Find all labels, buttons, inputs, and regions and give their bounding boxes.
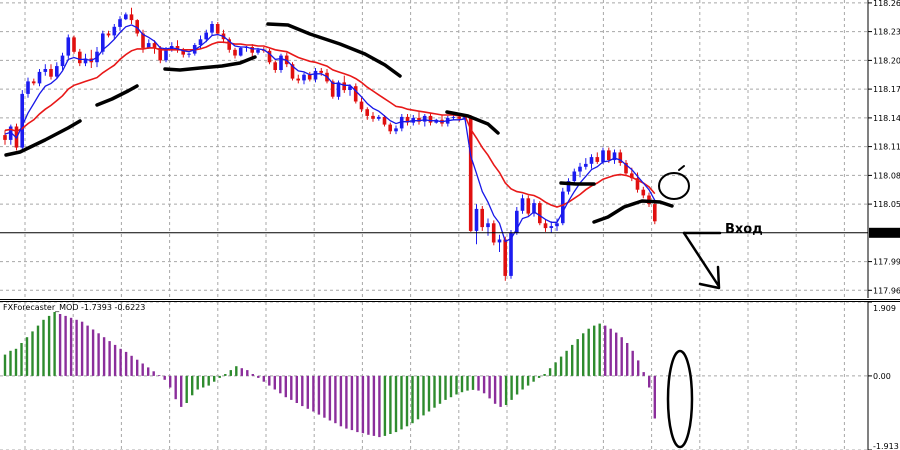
candle-body — [210, 24, 214, 33]
trend-stroke-6 — [559, 181, 596, 186]
candle-body — [653, 204, 657, 222]
indicator-title: FXForecaster_MOD -1.7393 -0.6223 — [3, 303, 145, 312]
candle-body — [273, 62, 277, 70]
candle-body — [555, 223, 559, 227]
candle-body — [549, 226, 554, 228]
candle-body — [468, 116, 473, 231]
price-axis-label: 118.085 — [873, 171, 900, 180]
candle-body — [359, 101, 364, 110]
candle-body — [204, 32, 208, 40]
candle-body — [474, 208, 479, 231]
candle-body — [451, 116, 456, 118]
price-axis-label: 118.115 — [873, 143, 900, 152]
candle-body — [353, 86, 358, 102]
candle-body — [578, 166, 582, 172]
candle-body — [336, 82, 341, 97]
candle-body — [164, 49, 168, 61]
candle-body — [55, 66, 59, 77]
candle-body — [233, 49, 237, 56]
price-axis-label: 118.265 — [873, 0, 900, 8]
candle-body — [641, 189, 646, 196]
candle-body — [129, 14, 134, 21]
candle-body — [595, 157, 600, 162]
candle-body — [371, 115, 375, 119]
candle-body — [112, 26, 117, 36]
candle-body — [302, 74, 306, 81]
candle-body — [215, 24, 220, 34]
indicator-axis-label: 0.00 — [873, 372, 891, 381]
candle-body — [307, 74, 312, 80]
candle-body — [256, 49, 260, 53]
candle-body — [486, 223, 490, 228]
price-axis-label: 117.965 — [873, 286, 900, 295]
candle-body — [561, 191, 565, 224]
candle-body — [78, 51, 82, 64]
candle-body — [589, 157, 594, 164]
candle-body — [457, 116, 461, 119]
price-axis-label: 118.145 — [873, 114, 900, 123]
candle-body — [394, 128, 398, 132]
candle-body — [503, 239, 507, 276]
candle-body — [37, 71, 42, 84]
candle-body — [584, 163, 588, 167]
candle-body — [187, 53, 191, 55]
indicator-axis-label: -1.913 — [873, 442, 899, 450]
candle-body — [3, 135, 7, 140]
price-axis-label: 118.235 — [873, 28, 900, 37]
candle-body — [72, 37, 76, 52]
candle-body — [106, 33, 111, 36]
candle-body — [60, 55, 65, 67]
candle-body — [296, 78, 300, 81]
candle-body — [66, 37, 71, 56]
candle-body — [543, 223, 548, 229]
price-axis-label: 118.205 — [873, 56, 900, 65]
candle-body — [118, 19, 122, 27]
candle-body — [376, 116, 381, 119]
candle-body — [526, 198, 531, 214]
candle-body — [20, 93, 24, 148]
price-axis-label: 118.055 — [873, 200, 900, 209]
candle-body — [388, 124, 392, 132]
candle-body — [26, 81, 30, 94]
candle-body — [382, 116, 387, 125]
candle-body — [428, 115, 433, 123]
candle-body — [43, 69, 48, 72]
current-price-value: 118.025 — [871, 229, 900, 238]
price-axis-label: 117.995 — [873, 258, 900, 267]
candle-body — [497, 239, 502, 243]
price-axis-label: 118.175 — [873, 85, 900, 94]
candle-body — [342, 82, 346, 91]
indicator-axis-label: 1.909 — [873, 304, 896, 313]
entry-label: Вход — [725, 222, 763, 237]
candle-body — [520, 198, 525, 211]
trading-chart: Вход 118.025 118.265 118.235 118.205 118.17… — [0, 0, 900, 450]
candle-body — [572, 171, 577, 182]
candle-body — [124, 14, 128, 20]
candle-body — [279, 55, 283, 70]
candle-body — [238, 47, 243, 56]
candle-body — [538, 203, 542, 224]
candle-body — [480, 208, 484, 228]
candle-body — [49, 69, 53, 77]
candle-body — [365, 109, 369, 116]
candle-body — [422, 115, 427, 122]
candle-body — [607, 150, 611, 160]
candle-body — [313, 70, 318, 80]
candle-body — [601, 150, 605, 162]
candle-body — [31, 81, 36, 84]
candle-body — [319, 70, 323, 73]
